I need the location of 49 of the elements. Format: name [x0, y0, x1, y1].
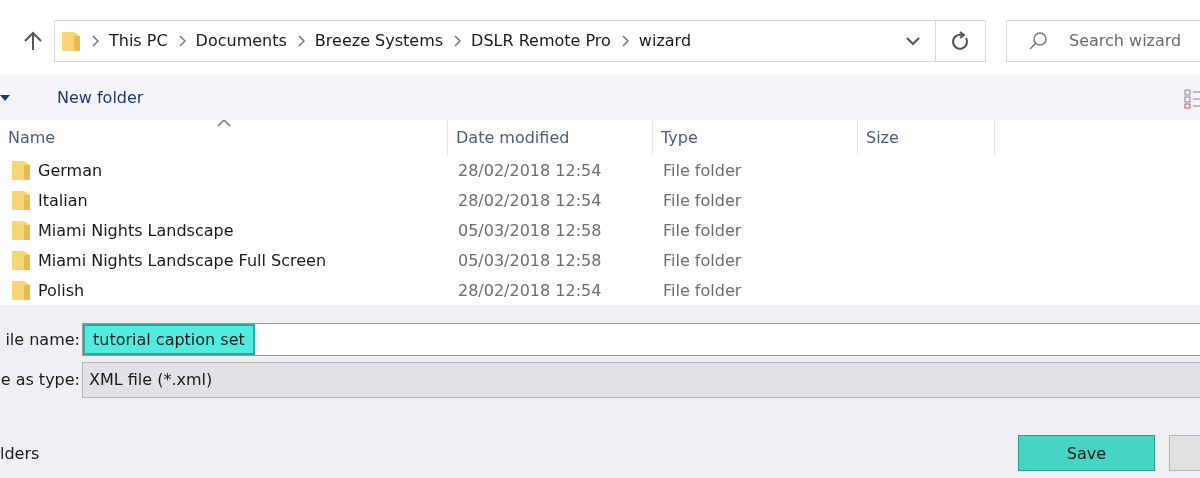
file-name-field[interactable]: tutorial caption set	[82, 323, 1200, 356]
chevron-icon	[177, 34, 186, 47]
file-type: File folder	[662, 220, 743, 240]
folder-icon	[11, 219, 31, 241]
column-header[interactable]: Type	[661, 128, 698, 147]
dropdown-icon[interactable]	[905, 35, 921, 46]
hide-folders-toggle[interactable]: lders	[0, 443, 40, 463]
date-modified: 28/02/2018 12:54	[457, 160, 603, 180]
file-type: File folder	[662, 160, 743, 180]
column-header[interactable]: Date modified	[456, 128, 570, 147]
field-label: e as type:	[0, 370, 81, 389]
refresh-icon	[951, 30, 970, 51]
chevron-icon	[91, 34, 99, 47]
file-name[interactable]: Miami Nights Landscape Full Screen	[38, 250, 327, 270]
new-folder-button[interactable]: New folder	[57, 88, 144, 107]
chevron-icon	[453, 34, 462, 47]
search-field[interactable]: Search wizard	[1006, 19, 1200, 62]
field-label: ile name:	[4, 330, 81, 349]
breadcrumb-item[interactable]: Breeze Systems	[314, 31, 444, 50]
breadcrumb-item[interactable]: wizard	[638, 31, 692, 50]
column-header[interactable]: Size	[866, 128, 899, 147]
search-icon	[1028, 30, 1048, 51]
file-type: File folder	[662, 250, 743, 270]
file-name[interactable]: Miami Nights Landscape	[38, 220, 234, 240]
folder-icon	[11, 279, 31, 301]
file-name[interactable]: German	[38, 160, 103, 180]
file-type-dropdown[interactable]: XML file (*.xml)	[82, 361, 1200, 398]
folder-icon	[61, 29, 81, 52]
save-button[interactable]: Save	[1018, 435, 1155, 471]
file-type: File folder	[662, 280, 743, 300]
breadcrumb-item[interactable]: This PC	[109, 31, 168, 50]
up-arrow-icon[interactable]	[22, 29, 44, 52]
folder-icon	[11, 189, 31, 211]
chevron-icon	[620, 34, 629, 47]
file-name[interactable]: Polish	[38, 280, 85, 300]
chevron-icon	[296, 34, 305, 47]
breadcrumb-item[interactable]: DSLR Remote Pro	[471, 31, 611, 50]
column-header[interactable]: Name	[8, 128, 56, 147]
folder-icon	[11, 159, 31, 181]
address-bar[interactable]: This PC Documents Breeze Systems DSLR Remote Pro wizard	[54, 19, 986, 62]
date-modified: 28/02/2018 12:54	[457, 280, 603, 300]
breadcrumb-item[interactable]: Documents	[195, 31, 287, 50]
file-type: File folder	[662, 190, 743, 210]
date-modified: 05/03/2018 12:58	[457, 250, 603, 270]
folder-icon	[11, 249, 31, 271]
date-modified: 05/03/2018 12:58	[457, 220, 603, 240]
caret-icon[interactable]	[0, 94, 10, 101]
file-name[interactable]: Italian	[38, 190, 88, 210]
date-modified: 28/02/2018 12:54	[457, 190, 603, 210]
